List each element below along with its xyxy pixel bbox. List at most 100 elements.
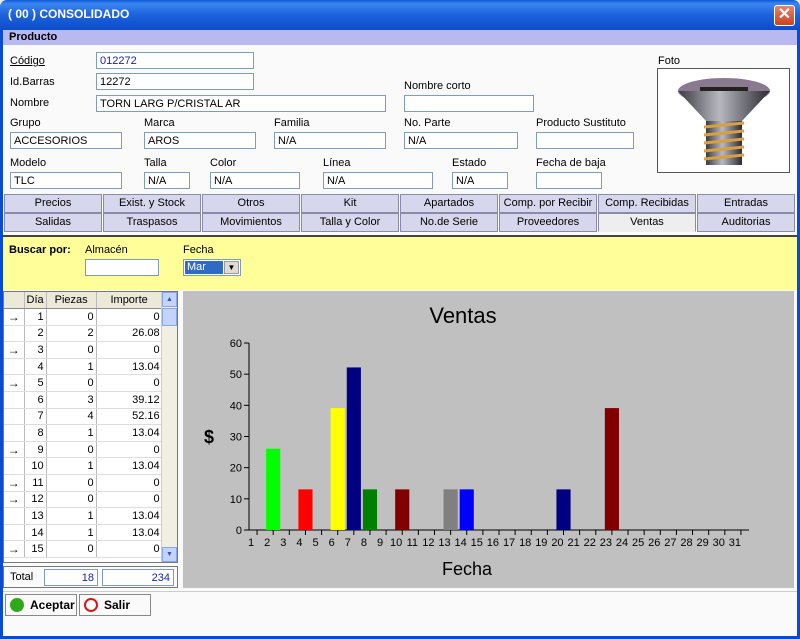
- barras-field[interactable]: 12272: [96, 73, 254, 90]
- nombre-corto-field[interactable]: [404, 95, 534, 112]
- close-icon[interactable]: ✕: [774, 5, 795, 26]
- cell-dia[interactable]: 11: [24, 474, 47, 492]
- cell-importe[interactable]: 0: [96, 540, 163, 558]
- table-row[interactable]: → 3 0 0: [4, 341, 163, 359]
- grid-scrollbar[interactable]: ▲ ▼: [161, 292, 177, 562]
- cell-importe[interactable]: 0: [96, 474, 163, 492]
- cell-dia[interactable]: 8: [24, 424, 47, 442]
- scroll-thumb[interactable]: [162, 308, 177, 326]
- familia-field[interactable]: N/A: [274, 132, 386, 149]
- tab-auditorias[interactable]: Auditorias: [697, 213, 795, 232]
- tab-kit[interactable]: Kit: [301, 194, 399, 213]
- cell-dia[interactable]: 1: [24, 308, 47, 326]
- cell-dia[interactable]: 15: [24, 540, 47, 558]
- cell-piezas[interactable]: 0: [46, 441, 97, 459]
- scroll-up-icon[interactable]: ▲: [162, 292, 177, 307]
- chevron-down-icon[interactable]: ▼: [224, 261, 239, 274]
- cell-piezas[interactable]: 0: [46, 474, 97, 492]
- table-row[interactable]: 14 1 13.04: [4, 524, 163, 542]
- cell-piezas[interactable]: 2: [46, 325, 97, 343]
- talla-field[interactable]: N/A: [144, 172, 190, 189]
- sustituto-field[interactable]: [536, 132, 634, 149]
- table-row[interactable]: → 9 0 0: [4, 441, 163, 459]
- table-row[interactable]: → 12 0 0: [4, 491, 163, 509]
- fecha-select[interactable]: Mar ▼: [183, 259, 241, 276]
- cell-importe[interactable]: 13.04: [96, 457, 163, 476]
- table-row[interactable]: 10 1 13.04: [4, 457, 163, 476]
- cell-importe[interactable]: 39.12: [96, 391, 163, 409]
- cell-piezas[interactable]: 0: [46, 308, 97, 326]
- table-row[interactable]: 13 1 13.04: [4, 507, 163, 525]
- no-parte-field[interactable]: N/A: [404, 132, 518, 149]
- cell-piezas[interactable]: 0: [46, 491, 97, 509]
- cell-importe[interactable]: 0: [96, 441, 163, 459]
- tab-entradas[interactable]: Entradas: [697, 194, 795, 213]
- modelo-field[interactable]: TLC: [10, 172, 122, 189]
- tab-traspasos[interactable]: Traspasos: [103, 213, 201, 232]
- cell-importe[interactable]: 13.04: [96, 507, 163, 525]
- tab-no-de-serie[interactable]: No.de Serie: [400, 213, 498, 232]
- table-row[interactable]: 7 4 52.16: [4, 408, 163, 426]
- cell-piezas[interactable]: 0: [46, 540, 97, 558]
- column-header-dia[interactable]: Día: [24, 292, 47, 310]
- cell-importe[interactable]: 0: [96, 341, 163, 359]
- tab-exist-y-stock[interactable]: Exist. y Stock: [103, 194, 201, 213]
- cell-dia[interactable]: 2: [24, 325, 47, 343]
- cell-piezas[interactable]: 1: [46, 457, 97, 476]
- linea-field[interactable]: N/A: [323, 172, 433, 189]
- nombre-field[interactable]: TORN LARG P/CRISTAL AR: [96, 95, 386, 112]
- tab-precios[interactable]: Precios: [4, 194, 102, 213]
- cell-dia[interactable]: 12: [24, 491, 47, 509]
- column-header-importe[interactable]: Importe: [96, 292, 163, 310]
- table-row[interactable]: 6 3 39.12: [4, 391, 163, 409]
- table-row[interactable]: → 5 0 0: [4, 374, 163, 393]
- cell-importe[interactable]: 13.04: [96, 358, 163, 376]
- marca-field[interactable]: AROS: [144, 132, 256, 149]
- cell-piezas[interactable]: 1: [46, 358, 97, 376]
- cell-dia[interactable]: 4: [24, 358, 47, 376]
- cell-piezas[interactable]: 3: [46, 391, 97, 409]
- cell-dia[interactable]: 5: [24, 374, 47, 393]
- tab-movimientos[interactable]: Movimientos: [202, 213, 300, 232]
- exit-button[interactable]: Salir: [79, 594, 151, 616]
- almacen-field[interactable]: [85, 259, 159, 276]
- cell-dia[interactable]: 13: [24, 507, 47, 525]
- fecha-baja-field[interactable]: [536, 172, 602, 189]
- cell-dia[interactable]: 14: [24, 524, 47, 542]
- cell-importe[interactable]: 0: [96, 374, 163, 393]
- tab-talla-y-color[interactable]: Talla y Color: [301, 213, 399, 232]
- cell-piezas[interactable]: 0: [46, 341, 97, 359]
- tab-proveedores[interactable]: Proveedores: [499, 213, 597, 232]
- tab-comp-recibidas[interactable]: Comp. Recibidas: [598, 194, 696, 213]
- table-row[interactable]: → 15 0 0: [4, 540, 163, 558]
- cell-dia[interactable]: 3: [24, 341, 47, 359]
- column-header-piezas[interactable]: Piezas: [46, 292, 97, 310]
- cell-dia[interactable]: 10: [24, 457, 47, 476]
- cell-dia[interactable]: 7: [24, 408, 47, 426]
- scroll-down-icon[interactable]: ▼: [162, 547, 177, 562]
- cell-piezas[interactable]: 1: [46, 424, 97, 442]
- color-field[interactable]: N/A: [210, 172, 300, 189]
- cell-piezas[interactable]: 4: [46, 408, 97, 426]
- table-row[interactable]: → 1 0 0: [4, 308, 163, 326]
- cell-importe[interactable]: 26.08: [96, 325, 163, 343]
- table-row[interactable]: → 11 0 0: [4, 474, 163, 492]
- cell-piezas[interactable]: 1: [46, 507, 97, 525]
- tab-salidas[interactable]: Salidas: [4, 213, 102, 232]
- cell-importe[interactable]: 52.16: [96, 408, 163, 426]
- cell-dia[interactable]: 6: [24, 391, 47, 409]
- cell-importe[interactable]: 13.04: [96, 524, 163, 542]
- tab-comp-por-recibir[interactable]: Comp. por Recibir: [499, 194, 597, 213]
- cell-piezas[interactable]: 0: [46, 374, 97, 393]
- estado-field[interactable]: N/A: [452, 172, 508, 189]
- table-row[interactable]: 8 1 13.04: [4, 424, 163, 442]
- cell-importe[interactable]: 0: [96, 491, 163, 509]
- cell-importe[interactable]: 13.04: [96, 424, 163, 442]
- tab-otros[interactable]: Otros: [202, 194, 300, 213]
- cell-importe[interactable]: 0: [96, 308, 163, 326]
- table-row[interactable]: 2 2 26.08: [4, 325, 163, 343]
- tab-ventas[interactable]: Ventas: [598, 213, 696, 232]
- grupo-field[interactable]: ACCESORIOS: [10, 132, 122, 149]
- cell-dia[interactable]: 9: [24, 441, 47, 459]
- accept-button[interactable]: Aceptar: [5, 594, 77, 616]
